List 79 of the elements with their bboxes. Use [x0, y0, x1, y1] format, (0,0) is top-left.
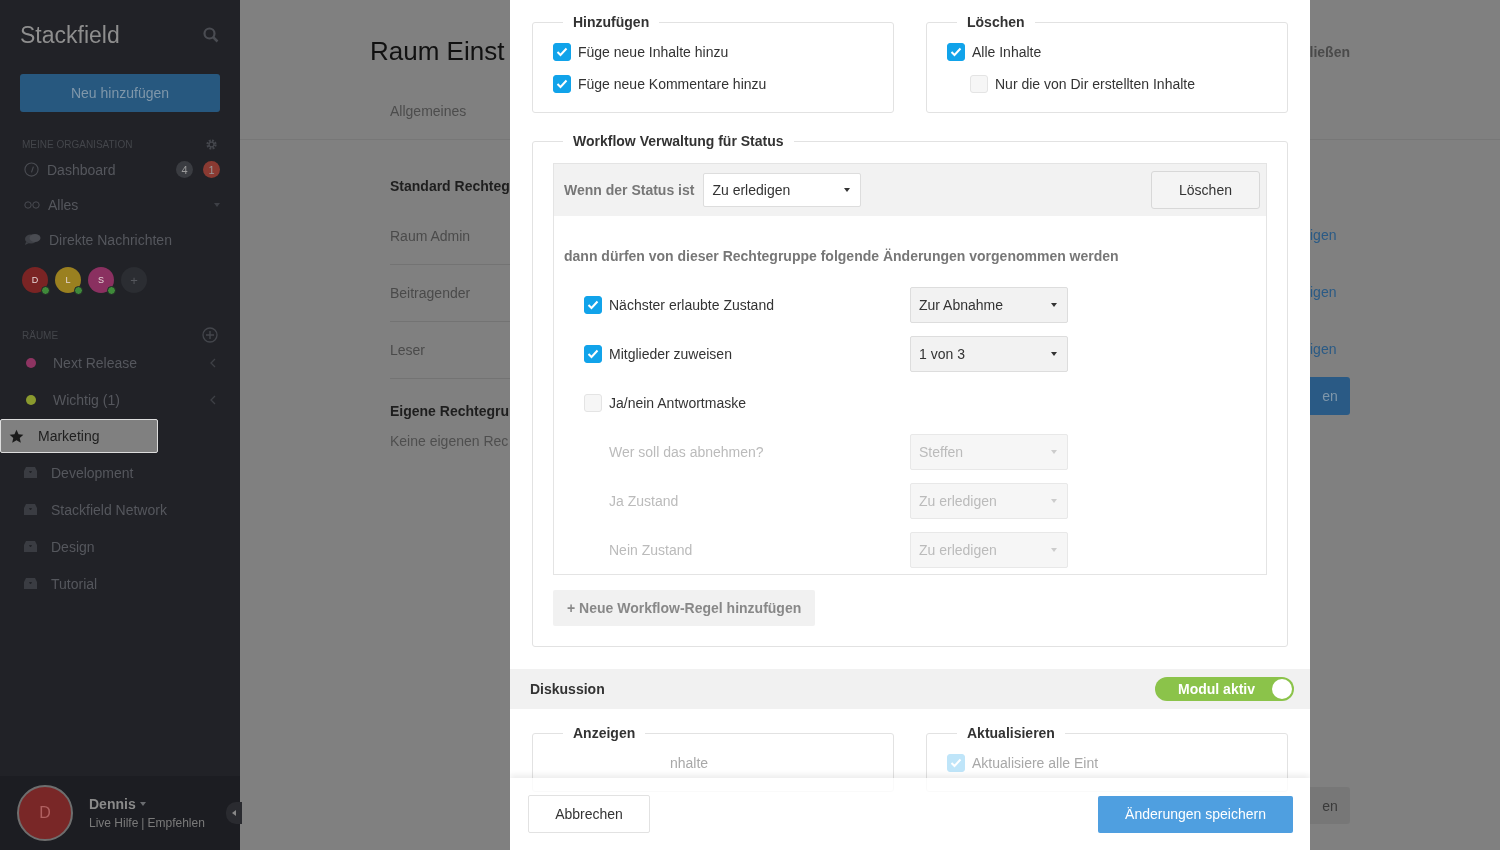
user-name[interactable]: Dennis — [89, 796, 136, 812]
option-label: Füge neue Inhalte hinzu — [578, 44, 729, 60]
field-label: Nächster erlaubte Zustand — [609, 296, 774, 313]
add-contact-button[interactable]: + — [121, 267, 147, 293]
field-label: Ja Zustand — [608, 492, 679, 509]
chevron-left-icon[interactable] — [210, 357, 216, 368]
save-button[interactable]: Änderungen speichern — [1098, 795, 1293, 833]
chat-icon — [24, 233, 41, 246]
section-heading: Standard Rechteg — [390, 178, 510, 194]
section-heading: Eigene Rechtegru — [390, 403, 510, 419]
edit-link[interactable]: igen — [1310, 226, 1337, 243]
group-legend: Aktualisieren — [957, 725, 1065, 741]
add-rule-button[interactable]: + Neue Workflow-Regel hinzufügen — [553, 590, 816, 626]
triangle-left-icon[interactable] — [232, 810, 236, 816]
inbox-icon — [24, 467, 37, 478]
option-label: Füge neue Kommentare hinzu — [578, 76, 767, 92]
check-icon — [556, 79, 568, 89]
caret-icon[interactable] — [1051, 302, 1057, 307]
inbox-icon — [24, 578, 37, 589]
cancel-button[interactable]: Abbrechen — [528, 795, 650, 833]
caret-icon[interactable] — [844, 188, 851, 192]
settings-icon[interactable] — [205, 137, 218, 151]
star-icon — [9, 428, 24, 444]
group-legend: Anzeigen — [563, 725, 646, 741]
inbox-icon — [24, 541, 37, 552]
group-legend: Hinzufügen — [563, 14, 660, 30]
inbox-icon — [24, 504, 37, 515]
field-label: Mitglieder zuweisen — [609, 345, 732, 362]
option-label: Nur die von Dir erstellten Inhalte — [995, 76, 1195, 92]
group-legend: Löschen — [957, 14, 1035, 30]
recommend-link[interactable]: Empfehlen — [147, 816, 205, 830]
group-legend: Workflow Verwaltung für Status — [563, 133, 794, 149]
status-select[interactable]: Zu erledigen — [703, 173, 862, 207]
check-icon — [587, 299, 599, 310]
add-group-button[interactable]: en — [1310, 377, 1350, 415]
option-label: Alle Inhalte — [972, 44, 1042, 60]
search-icon[interactable] — [203, 27, 219, 43]
value-select[interactable]: Zur Abnahme — [910, 286, 1068, 323]
count-badge: 4 — [176, 161, 193, 178]
module-toggle[interactable]: Modul aktiv — [1155, 677, 1294, 701]
checkbox[interactable] — [553, 75, 571, 93]
option-label: Aktualisiere alle Eint — [972, 755, 1099, 771]
option-label: nhalte — [670, 755, 709, 771]
checkbox[interactable] — [553, 43, 571, 61]
field-label: Wer soll das abnehmen? — [608, 443, 764, 460]
check-icon — [950, 758, 962, 768]
page-button[interactable]: en — [1310, 787, 1350, 824]
help-link[interactable]: Live Hilfe — [89, 816, 139, 830]
check-icon — [556, 47, 568, 57]
count-badge: 1 — [203, 161, 220, 178]
add-icon[interactable] — [202, 327, 218, 343]
field-label: Nein Zustand — [608, 541, 693, 558]
contact-avatar[interactable]: S — [88, 267, 114, 293]
chevron-left-icon[interactable] — [210, 394, 216, 405]
link-separator: | — [141, 816, 145, 830]
gauge-icon — [24, 162, 39, 177]
caret-icon[interactable] — [1051, 351, 1057, 356]
check-icon — [950, 47, 962, 57]
app-logo: Stackfield — [20, 21, 120, 49]
check-icon — [587, 348, 599, 359]
value-select[interactable]: 1 von 3 — [910, 335, 1068, 372]
rule-description: dann dürfen von dieser Rechtegruppe folgende Änderungen vorgenommen werden — [563, 247, 1120, 266]
edit-link[interactable]: igen — [1310, 340, 1337, 357]
module-title: Diskussion — [530, 681, 605, 697]
contact-avatar[interactable]: L — [55, 267, 81, 293]
delete-button[interactable]: Löschen — [1151, 171, 1260, 209]
new-button[interactable]: Neu hinzufügen — [20, 74, 220, 112]
checkbox[interactable] — [584, 344, 602, 363]
contact-avatar[interactable]: D — [22, 267, 48, 293]
infinity-icon — [24, 200, 40, 209]
room-item[interactable]: Marketing — [0, 419, 158, 453]
page-title: Raum Einst — [370, 36, 505, 67]
edit-link[interactable]: igen — [1310, 283, 1337, 300]
checkbox[interactable] — [947, 43, 965, 61]
field-label: Ja/nein Antwortmaske — [609, 394, 746, 411]
checkbox[interactable] — [584, 295, 602, 314]
user-avatar[interactable]: D — [17, 785, 73, 841]
collapse-button[interactable] — [226, 802, 242, 824]
condition-label: Wenn der Status ist — [564, 182, 695, 198]
